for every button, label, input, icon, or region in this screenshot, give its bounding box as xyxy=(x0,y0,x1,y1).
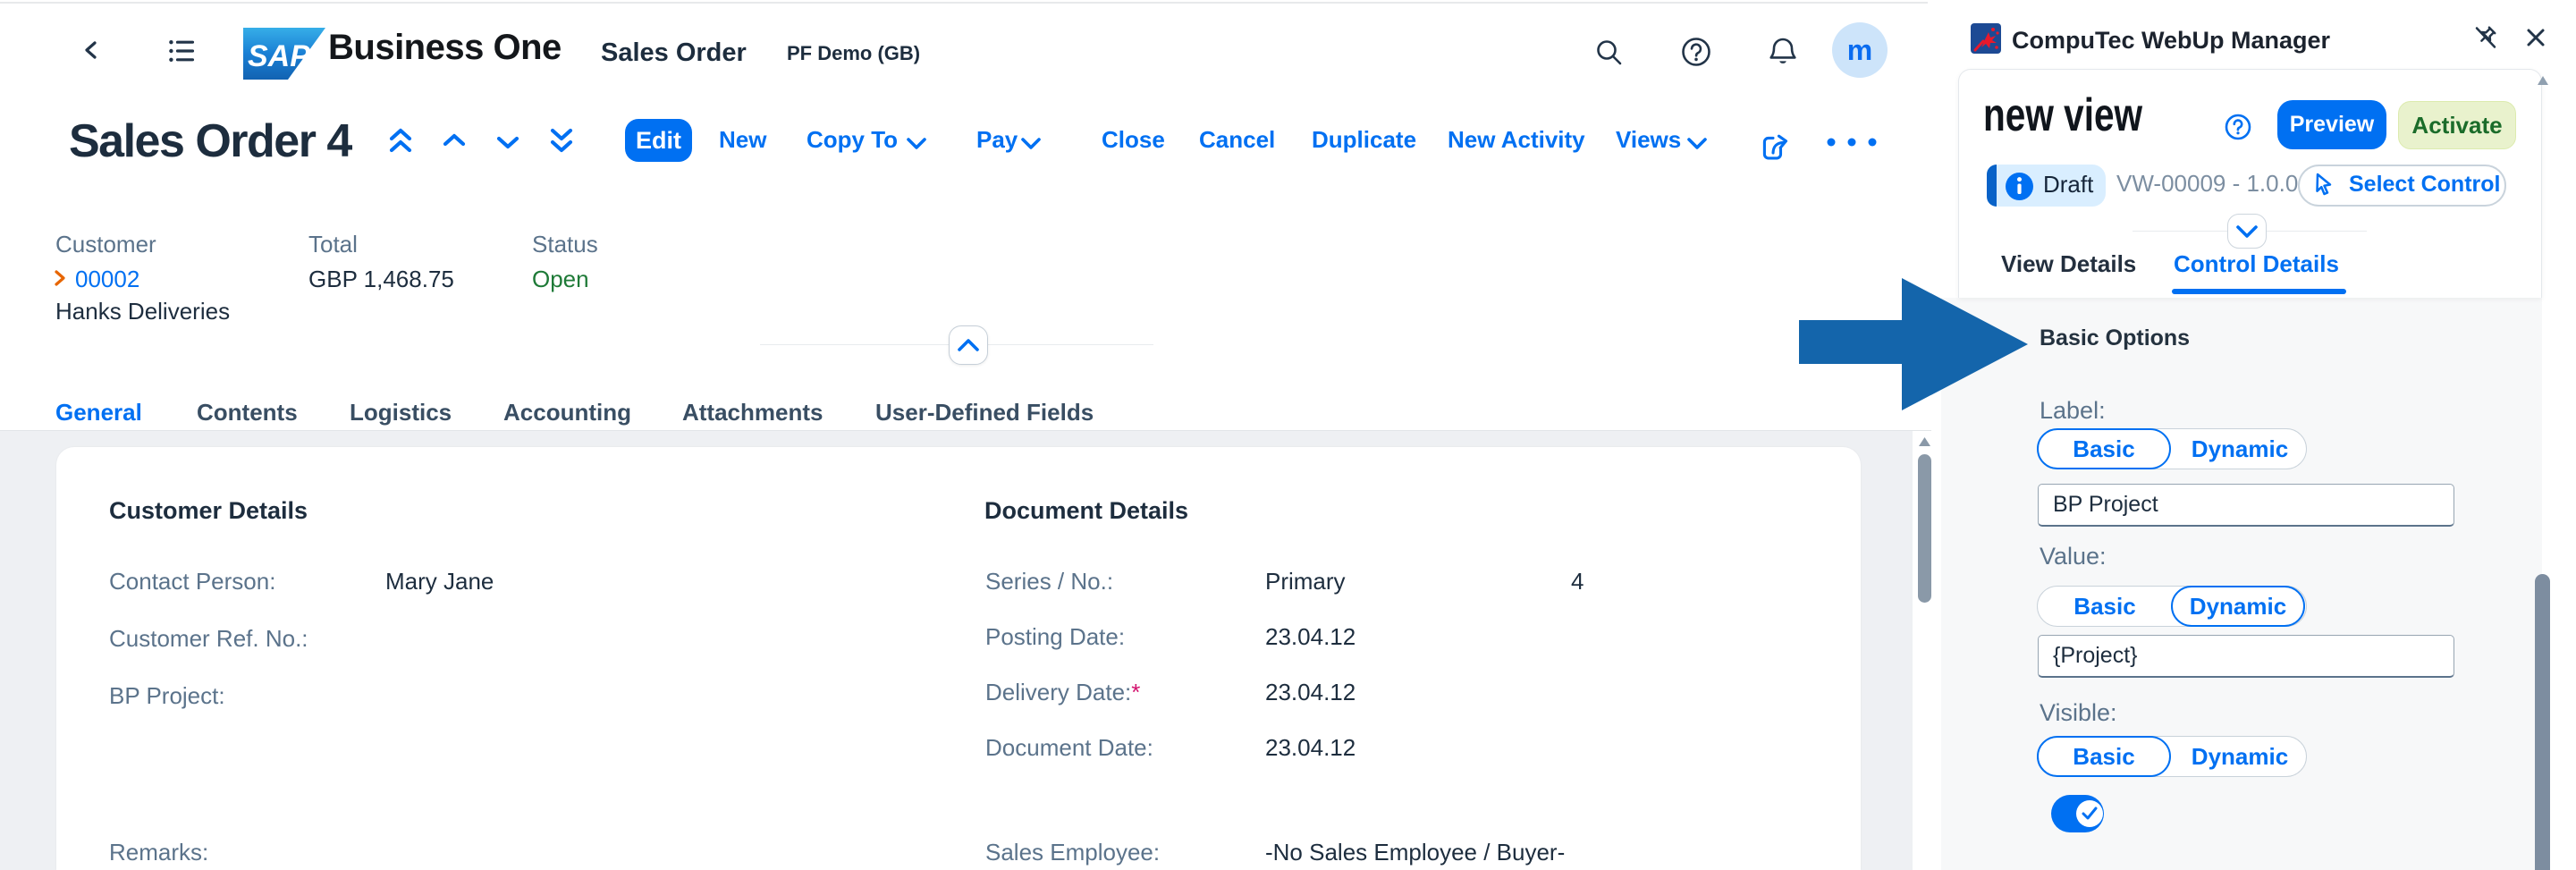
svg-text:SAP: SAP xyxy=(248,39,310,73)
